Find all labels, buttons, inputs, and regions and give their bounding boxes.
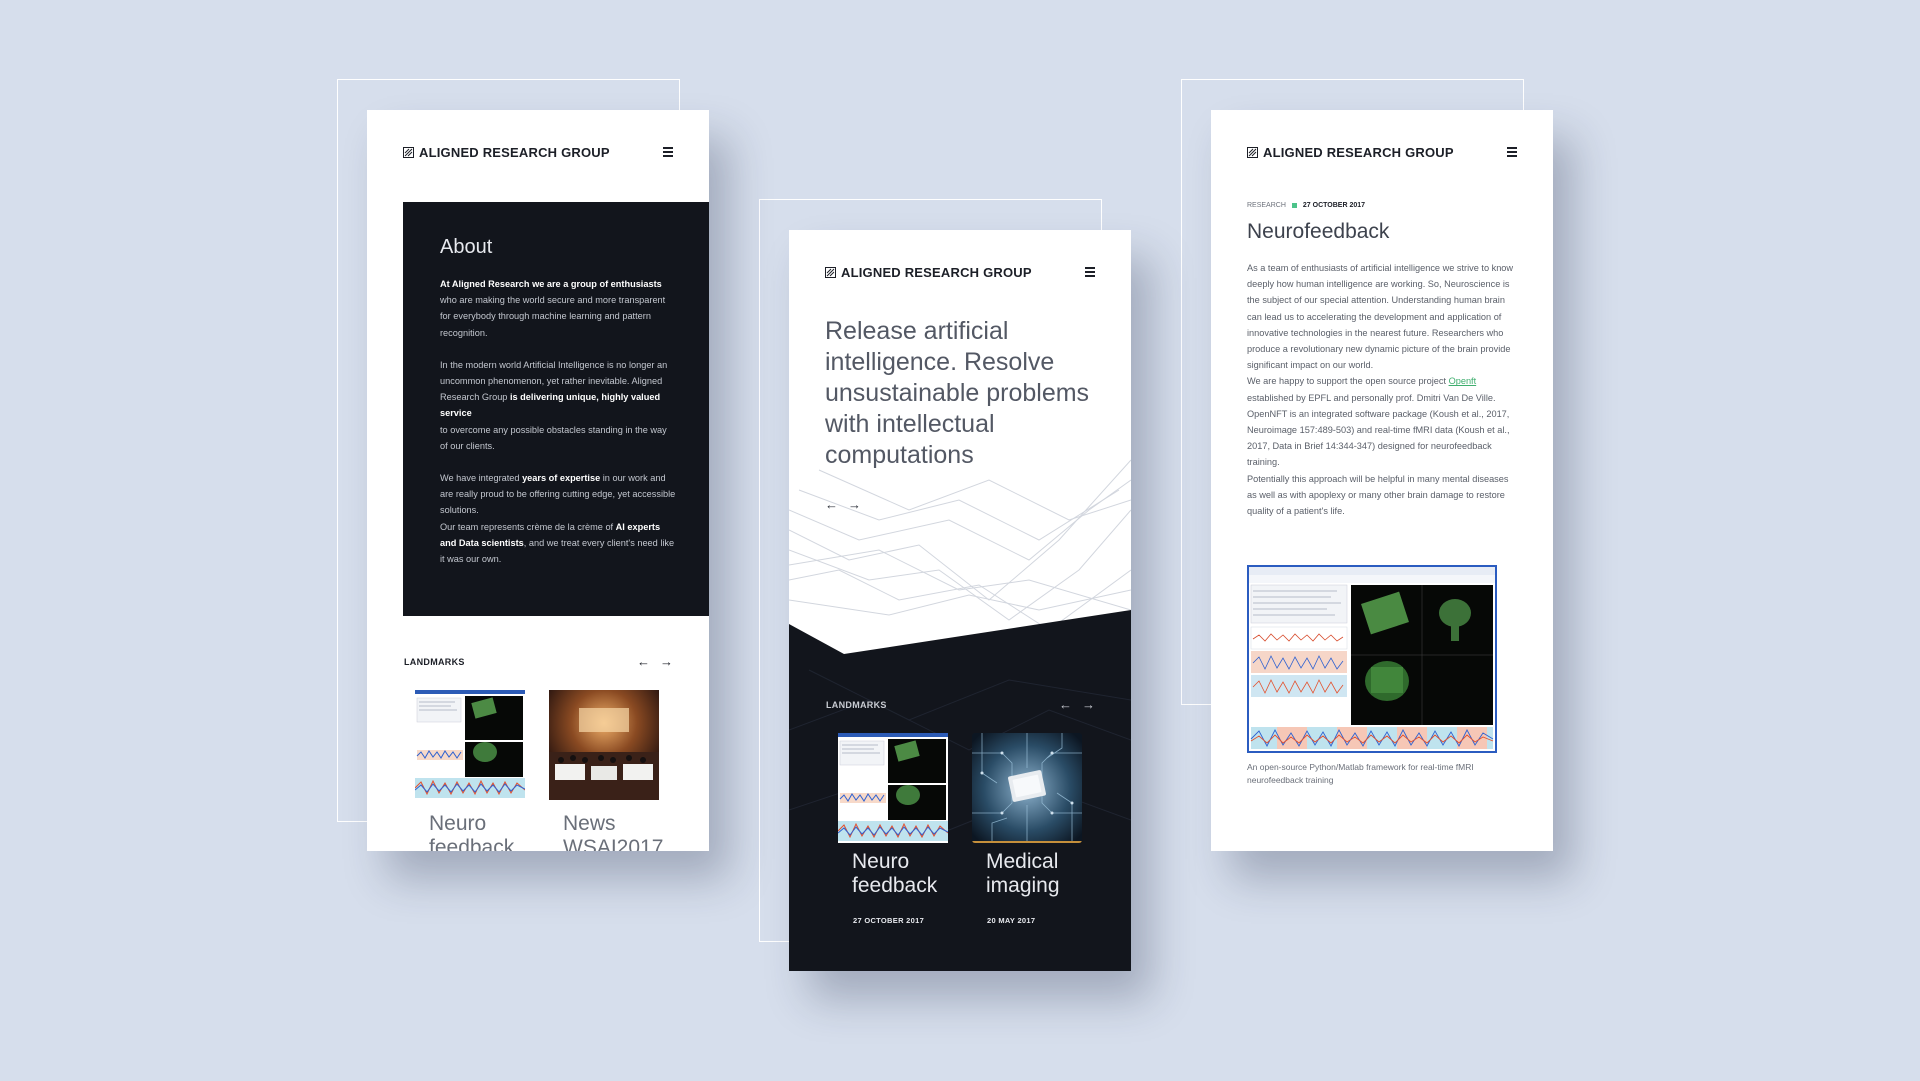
logo-mark-icon: [825, 266, 836, 278]
mobile-card-article: ALIGNED RESEARCH GROUP RESEARCH 27 OCTOB…: [1211, 110, 1553, 851]
openft-link[interactable]: Openft: [1449, 376, 1477, 386]
site-header: ALIGNED RESEARCH GROUP: [403, 144, 673, 160]
article-date: 27 OCTOBER 2017: [1302, 202, 1366, 209]
article-category[interactable]: RESEARCH: [1247, 202, 1286, 209]
brand-name: ALIGNED RESEARCH GROUP: [841, 264, 1032, 280]
next-arrow-icon[interactable]: →: [660, 654, 673, 669]
thumb-title-line1: News: [563, 812, 616, 835]
about-body: At Aligned Research we are a group of en…: [440, 276, 676, 567]
about-p4-a: Our team represents crème de la crème of: [440, 521, 616, 532]
thumb-title-neurofeedback[interactable]: Neuro feedback: [852, 850, 937, 898]
thumb-title-line1: Neuro: [429, 812, 487, 835]
about-p2-c: of our clients.: [440, 440, 495, 451]
brand[interactable]: ALIGNED RESEARCH GROUP: [403, 145, 610, 160]
article-p2-pre: We are happy to support the open source …: [1247, 376, 1449, 387]
about-p3-strong: years of expertise: [522, 473, 601, 484]
prev-arrow-icon[interactable]: ←: [637, 654, 650, 669]
article-meta: RESEARCH 27 OCTOBER 2017: [1247, 202, 1365, 209]
neurofeedback-thumbnail[interactable]: [415, 690, 525, 800]
thumb-title-medical-imaging[interactable]: Medical imaging: [986, 850, 1060, 898]
news-wsai-thumbnail[interactable]: [549, 690, 659, 800]
thumb-title-line2: feedback: [852, 874, 938, 897]
medical-imaging-thumbnail[interactable]: [972, 733, 1082, 843]
about-p1-strong: At Aligned Research we are a group of en…: [440, 279, 662, 289]
landmarks-label: LANDMARKS: [404, 656, 465, 667]
thumb-title-line2: imaging: [986, 874, 1060, 897]
landmarks-header: LANDMARKS ← →: [826, 697, 1095, 712]
about-title: About: [440, 236, 493, 258]
neurofeedback-thumbnail[interactable]: [838, 733, 948, 843]
article-paragraph-2: We are happy to support the open source …: [1247, 373, 1519, 470]
thumb-title-line2: WSAI2017: [563, 836, 664, 851]
article-p2-post: established by EPFL and personally prof.…: [1247, 392, 1510, 468]
screenshot-caption: An open-source Python/Matlab framework f…: [1247, 762, 1474, 785]
article-paragraph-3: Potentially this approach will be helpfu…: [1247, 473, 1509, 517]
thumb-date-medical-imaging: 20 MAY 2017: [987, 916, 1036, 925]
about-p3-a: We have integrated: [440, 473, 523, 484]
logo-mark-icon: [403, 146, 414, 158]
thumb-title-neurofeedback[interactable]: Neuro feedback: [429, 812, 514, 851]
article-title: Neurofeedback: [1247, 220, 1390, 243]
landmarks-header: LANDMARKS ← →: [404, 654, 673, 669]
landmarks-arrows: ← →: [1059, 697, 1095, 712]
opennft-screenshot: [1247, 565, 1497, 753]
about-p2-b: to overcome any possible obstacles stand…: [440, 424, 667, 435]
hamburger-menu-icon[interactable]: [663, 147, 673, 157]
hamburger-menu-icon[interactable]: [1085, 267, 1095, 277]
hamburger-menu-icon[interactable]: [1507, 147, 1517, 157]
thumb-title-news[interactable]: News WSAI2017: [563, 812, 663, 851]
thumb-date-neurofeedback: 27 OCTOBER 2017: [853, 916, 925, 925]
mobile-card-about: ALIGNED RESEARCH GROUP About At Aligned …: [367, 110, 709, 851]
article-paragraph-1: As a team of enthusiasts of artificial i…: [1247, 263, 1514, 371]
site-header: ALIGNED RESEARCH GROUP: [825, 264, 1095, 280]
site-header: ALIGNED RESEARCH GROUP: [1247, 144, 1517, 160]
about-p1-text: who are making the world secure and more…: [440, 295, 666, 338]
brand-name: ALIGNED RESEARCH GROUP: [1263, 144, 1454, 160]
thumb-title-line1: Neuro: [852, 850, 910, 873]
brand[interactable]: ALIGNED RESEARCH GROUP: [1247, 145, 1454, 160]
brand[interactable]: ALIGNED RESEARCH GROUP: [825, 265, 1032, 280]
brand-name: ALIGNED RESEARCH GROUP: [419, 144, 610, 160]
prev-arrow-icon[interactable]: ←: [1059, 697, 1072, 712]
accent-dot-icon: [1291, 203, 1297, 208]
article-body: As a team of enthusiasts of artificial i…: [1247, 260, 1519, 519]
thumb-title-line1: Medical: [986, 850, 1059, 873]
landmarks-arrows: ← →: [637, 654, 673, 669]
mobile-card-home: ALIGNED RESEARCH GROUP Release artificia…: [789, 230, 1131, 971]
thumb-title-line2: feedback: [429, 836, 515, 851]
logo-mark-icon: [1247, 146, 1258, 158]
next-arrow-icon[interactable]: →: [1082, 697, 1095, 712]
about-panel: About At Aligned Research we are a group…: [403, 202, 709, 616]
landmarks-label: LANDMARKS: [826, 699, 887, 710]
hero-title: Release artificial intelligence. Resolve…: [825, 317, 1090, 469]
